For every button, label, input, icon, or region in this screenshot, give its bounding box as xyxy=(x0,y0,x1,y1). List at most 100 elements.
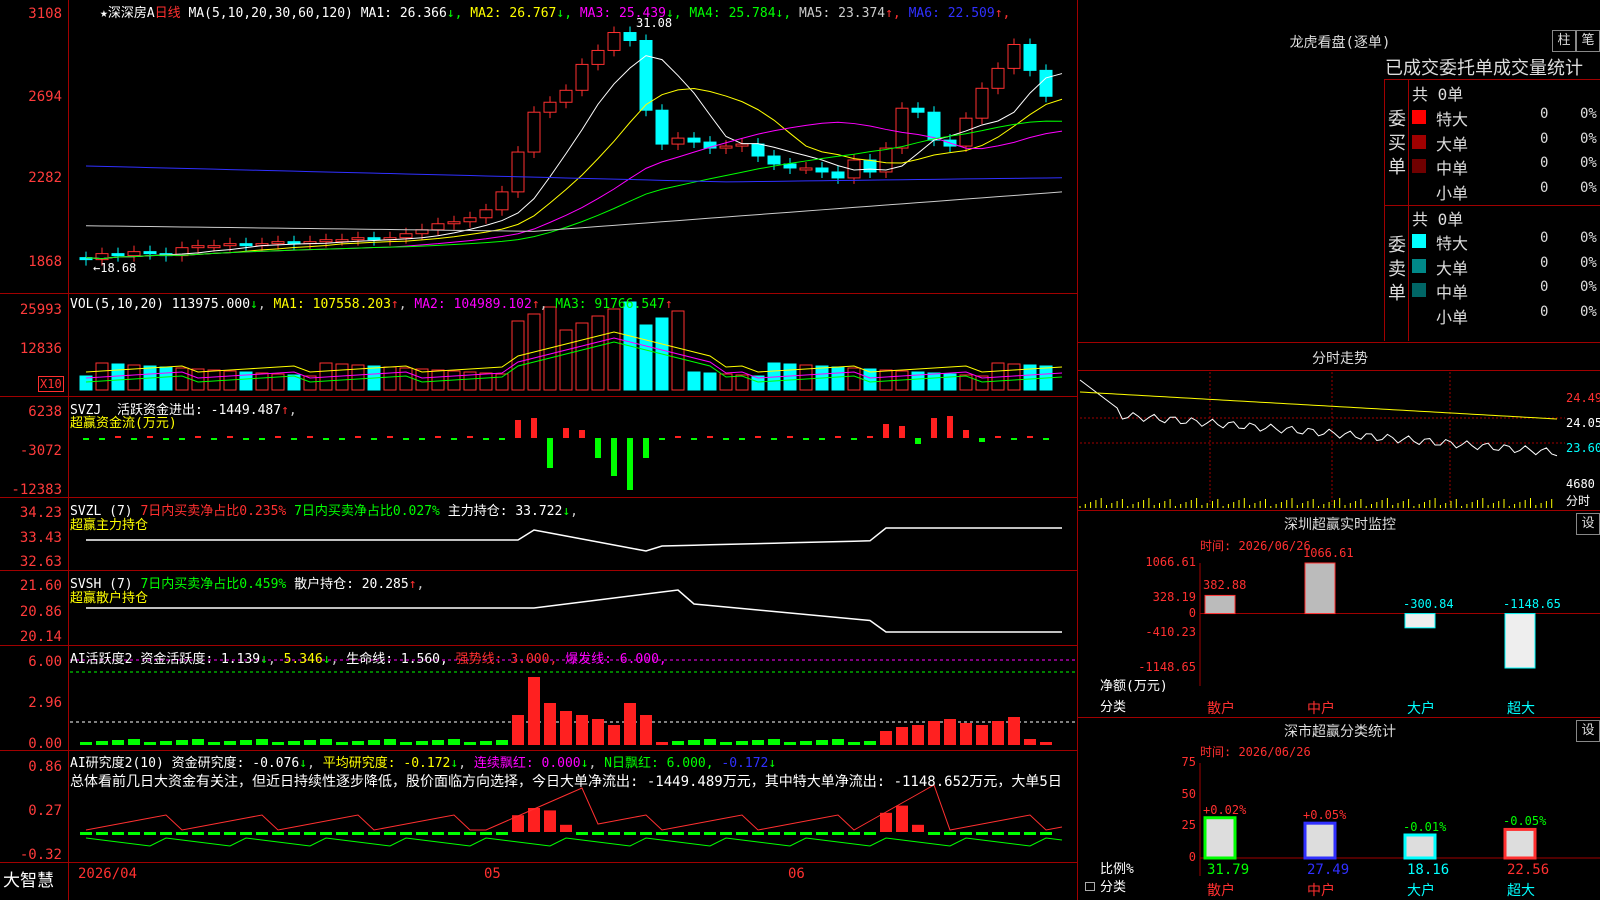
ai-active-bar xyxy=(256,739,268,745)
ai-research-bar xyxy=(736,832,748,835)
monitor-category: 散户 xyxy=(1207,701,1235,717)
ai-research-bar xyxy=(240,832,252,835)
ma-value-2: MA2: 26.767 xyxy=(462,6,557,21)
ai-active-bar xyxy=(384,739,396,745)
volume-bar xyxy=(255,372,269,391)
ai-active-bar xyxy=(288,741,300,745)
ma-line-6 xyxy=(85,165,1063,183)
fund-flow-bar xyxy=(163,438,169,440)
fund-flow-bar xyxy=(275,436,281,438)
intraday-vol: 4680 xyxy=(1566,477,1595,491)
fund-flow-bar xyxy=(435,436,441,438)
brand-logo[interactable]: 大智慧 xyxy=(3,866,54,891)
ai-research-bar xyxy=(640,832,652,835)
classify-settings-button[interactable]: 设 xyxy=(1576,720,1600,742)
candle xyxy=(799,167,813,171)
monitor-settings-button[interactable]: 设 xyxy=(1576,513,1600,535)
order-pct: 0% xyxy=(1580,303,1597,320)
candle xyxy=(895,107,909,149)
candle xyxy=(511,151,525,193)
fund-flow-bar xyxy=(691,438,697,440)
classify-category: 中户 xyxy=(1307,883,1335,899)
ai-research-bar xyxy=(944,832,956,835)
classify-x-label: 分类 xyxy=(1100,880,1127,895)
ai-research-bar xyxy=(224,832,236,835)
ai-research-bar xyxy=(576,832,588,835)
classify-category: 超大 xyxy=(1507,883,1535,899)
vol-header: VOL(5,10,20) 113975.000↓, MA1: 107558.20… xyxy=(70,297,673,312)
ai-active-bar xyxy=(624,703,636,745)
buy-orders-label: 委买单 xyxy=(1388,109,1406,178)
candle xyxy=(447,221,461,225)
ai-active-bar xyxy=(448,739,460,745)
fund-flow-bar xyxy=(227,436,233,438)
fund-flow-bar xyxy=(563,428,569,438)
period-label[interactable]: 日线 xyxy=(155,6,181,21)
ai-active-bar xyxy=(912,725,924,745)
fund-flow-bar xyxy=(483,438,489,440)
intraday-title: 分时走势 xyxy=(1312,351,1368,367)
ai-research-bar xyxy=(272,832,284,835)
ai-active-bar xyxy=(672,741,684,745)
ai-active-bar xyxy=(880,731,892,745)
ai-research-bar xyxy=(624,832,636,835)
fund-flow-bar xyxy=(243,438,249,440)
svsh-a: 7日内买卖净占比0.459% xyxy=(140,577,287,592)
candle xyxy=(687,137,701,143)
volume-bar xyxy=(591,315,605,391)
candle xyxy=(559,89,573,103)
ai-active-bar xyxy=(432,740,444,745)
legend-swatch xyxy=(1412,283,1426,297)
bar-toggle-button[interactable]: 柱 xyxy=(1552,30,1576,52)
y-tick: 32.63 xyxy=(19,554,62,570)
ai-active-bars xyxy=(70,659,1075,745)
ai-active-bar xyxy=(608,725,620,745)
candle xyxy=(127,251,141,257)
ai-research-bar xyxy=(336,832,348,835)
order-pct: 0% xyxy=(1580,179,1597,196)
divider xyxy=(1408,79,1409,341)
candle xyxy=(191,245,205,249)
legend-swatch xyxy=(1412,307,1426,322)
candle xyxy=(111,253,125,257)
volume-bar xyxy=(879,369,893,391)
y-tick: 1868 xyxy=(28,254,62,270)
divider xyxy=(1384,79,1385,341)
fund-flow-bar xyxy=(675,436,681,438)
fund-flow-bar xyxy=(339,438,345,440)
ai-research-bar xyxy=(448,832,460,835)
lock-icon[interactable] xyxy=(1085,882,1095,891)
ma-value-6: MA6: 22.509 xyxy=(900,6,995,21)
stock-name[interactable]: 深深房A xyxy=(108,6,155,21)
ai-research-bar xyxy=(912,824,924,832)
candle xyxy=(639,39,653,111)
ai-active-bar xyxy=(768,739,780,745)
y-tick: -12383 xyxy=(11,482,62,498)
candle xyxy=(767,155,781,165)
volume-bar xyxy=(207,369,221,391)
ai-research-bar xyxy=(960,832,972,835)
fund-flow-bar xyxy=(755,436,761,438)
ai-active-bar xyxy=(960,723,972,745)
svsh-subtitle: 超赢散户持仓 xyxy=(70,591,149,606)
fund-flow-bar xyxy=(595,438,601,458)
ma-line-2 xyxy=(85,87,1063,260)
tick-toggle-button[interactable]: 笔 xyxy=(1576,30,1600,52)
main-position-line xyxy=(86,527,1062,552)
fund-flow-bar xyxy=(387,436,393,438)
y-tick: 3108 xyxy=(28,6,62,22)
ai-research-bar xyxy=(784,832,796,835)
ai-research-bar xyxy=(368,832,380,835)
fund-flow-bar xyxy=(259,438,265,440)
ai-active-bar xyxy=(112,740,124,745)
volume-bar xyxy=(847,367,861,391)
classify-value: 22.56 xyxy=(1507,862,1550,878)
candle xyxy=(463,217,477,223)
monitor-bar-label: -1148.65 xyxy=(1503,596,1561,611)
ai-active-label: AI活跃度2 xyxy=(70,652,133,667)
classify-y-tick: 25 xyxy=(1181,818,1196,833)
fund-flow-bar xyxy=(403,438,409,440)
monitor-y-tick: -410.23 xyxy=(1145,625,1196,639)
classify-time: 时间: 2026/06/26 xyxy=(1200,745,1311,759)
intraday-price-mid: 24.05 xyxy=(1566,416,1600,430)
